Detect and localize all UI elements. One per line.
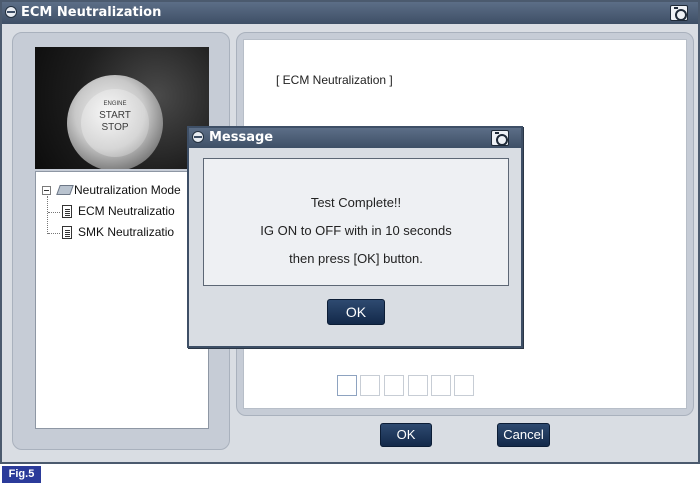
ok-button[interactable]: OK xyxy=(380,423,432,447)
step-indicator xyxy=(360,375,380,396)
step-indicator xyxy=(337,375,357,396)
dialog-titlebar[interactable]: Message xyxy=(189,128,521,148)
engine-start-stop-photo: ENGINE START STOP xyxy=(35,47,209,169)
collapse-icon[interactable] xyxy=(42,186,51,195)
step-indicator xyxy=(454,375,474,396)
tree-item-label: ECM Neutralizatio xyxy=(78,204,175,218)
screenshot-camera-icon[interactable] xyxy=(670,5,688,21)
message-line: Test Complete!! xyxy=(310,195,402,210)
tree-root-label: Neutralization Mode xyxy=(74,183,181,197)
dialog-menu-icon[interactable] xyxy=(192,131,204,143)
section-title: [ ECM Neutralization ] xyxy=(276,73,393,87)
dialog-ok-button[interactable]: OK xyxy=(327,299,385,325)
window-menu-icon[interactable] xyxy=(5,6,17,18)
message-line: then press [OK] button. xyxy=(289,251,423,266)
dialog-camera-icon[interactable] xyxy=(491,130,509,146)
step-indicator xyxy=(431,375,451,396)
photo-text-stop: STOP xyxy=(101,122,129,133)
cancel-button[interactable]: Cancel xyxy=(497,423,550,447)
neutralization-tree: Neutralization Mode ECM Neutralizatio SM… xyxy=(35,171,209,429)
document-icon xyxy=(62,226,72,239)
step-indicator xyxy=(408,375,428,396)
window-titlebar[interactable]: ECM Neutralization xyxy=(2,2,698,24)
tree-root[interactable]: Neutralization Mode xyxy=(36,182,208,200)
tree-item-smk[interactable]: SMK Neutralizatio xyxy=(36,224,208,242)
photo-text-start: START xyxy=(99,110,131,121)
window-title: ECM Neutralization xyxy=(21,5,162,20)
figure-label: Fig.5 xyxy=(2,466,41,483)
folder-icon xyxy=(56,185,74,195)
dialog-title: Message xyxy=(209,130,274,145)
message-text-box: Test Complete!! IG ON to OFF with in 10 … xyxy=(203,158,509,286)
photo-text-engine: ENGINE xyxy=(103,101,127,107)
document-icon xyxy=(62,205,72,218)
tree-item-label: SMK Neutralizatio xyxy=(78,225,175,239)
tree-item-ecm[interactable]: ECM Neutralizatio xyxy=(36,203,208,221)
start-stop-button-image: ENGINE START STOP xyxy=(81,89,149,157)
message-line: IG ON to OFF with in 10 seconds xyxy=(260,223,452,238)
step-indicator xyxy=(384,375,404,396)
message-dialog: Message Test Complete!! IG ON to OFF wit… xyxy=(187,126,523,348)
